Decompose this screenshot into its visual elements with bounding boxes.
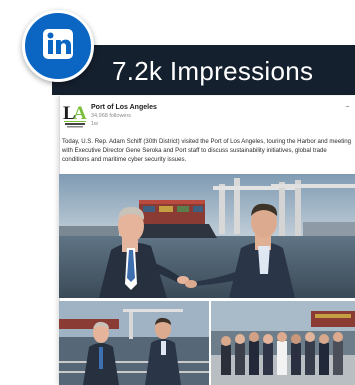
impressions-count: 7.2k Impressions xyxy=(112,56,314,86)
follower-count: 34,968 followers xyxy=(91,113,132,119)
handshake-photo[interactable] xyxy=(59,301,209,385)
linkedin-icon xyxy=(43,29,73,59)
linkedin-badge xyxy=(22,10,94,82)
post-author-name[interactable]: Port of Los Angeles xyxy=(91,104,157,111)
post-menu-icon[interactable]: ... xyxy=(345,100,350,109)
main-photo[interactable] xyxy=(59,174,355,298)
svg-text:A: A xyxy=(73,103,87,124)
port-of-la-logo: L A xyxy=(63,103,87,128)
group-photo[interactable] xyxy=(211,301,355,385)
post-body-text: Today, U.S. Rep. Adam Schiff (30th Distr… xyxy=(62,138,352,163)
post-age: 1w xyxy=(91,121,99,127)
